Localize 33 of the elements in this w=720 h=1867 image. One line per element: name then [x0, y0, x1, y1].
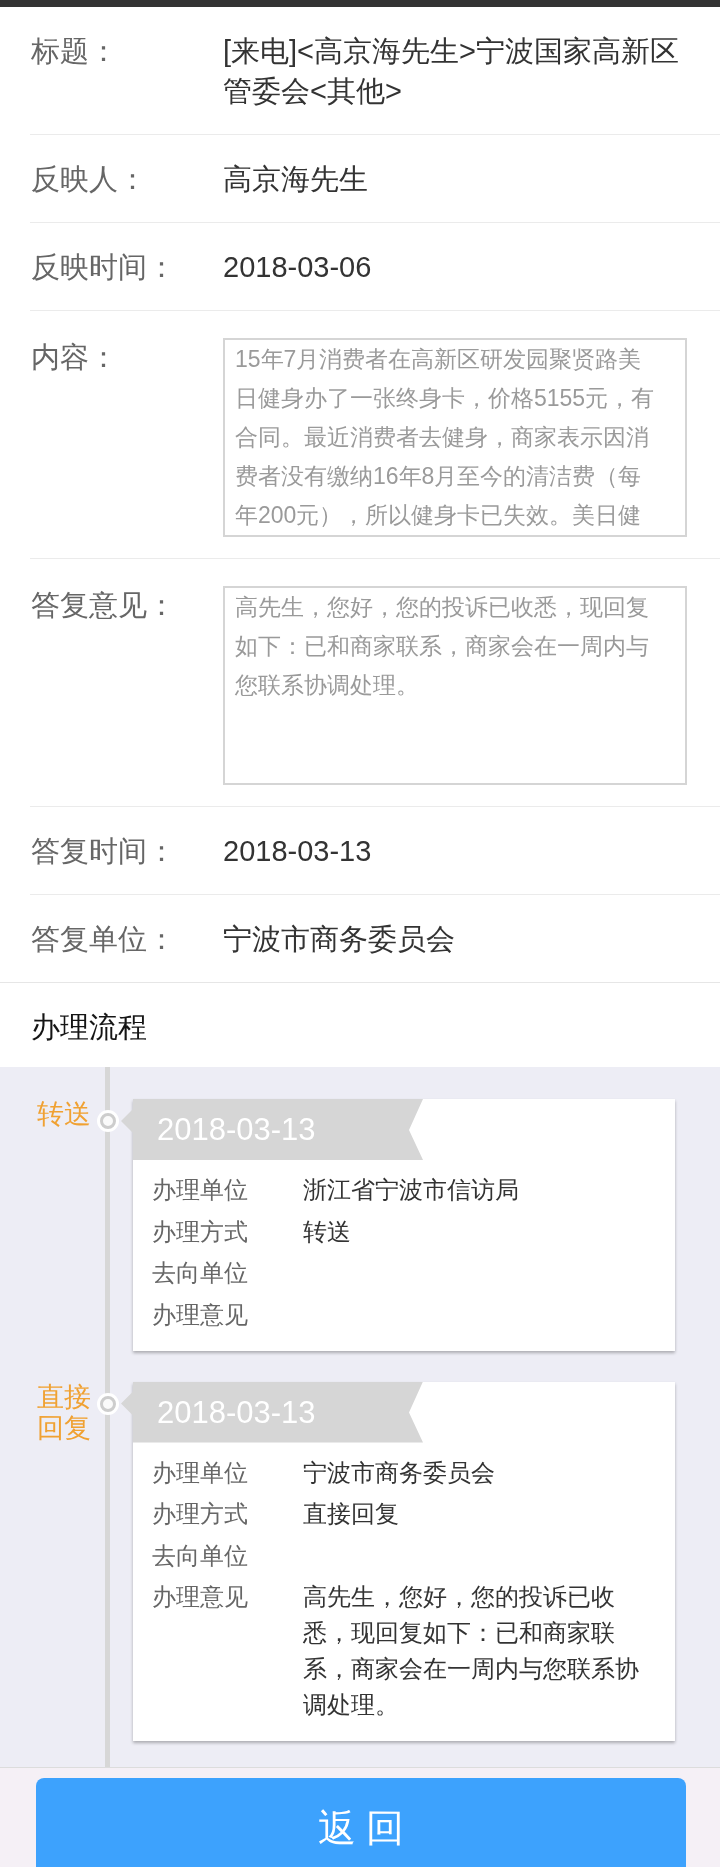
field-label: 标题：: [30, 34, 119, 69]
back-button[interactable]: 返 回: [36, 1778, 686, 1867]
field-value: 2018-03-13: [223, 834, 373, 869]
field-label: 答复时间：: [30, 834, 177, 869]
detail-label: 办理方式: [152, 1216, 249, 1247]
detail-label: 办理方式: [152, 1499, 249, 1529]
detail-label: 办理单位: [152, 1457, 249, 1488]
field-label: 答复意见：: [30, 588, 177, 623]
detail-label: 办理意见: [152, 1582, 249, 1612]
text-area[interactable]: 高先生，您好，您的投诉已收悉，现回复如下：已和商家联系，商家会在一周内与您联系协调处理。: [223, 586, 687, 785]
field-label: 反映人：: [30, 162, 148, 197]
field-label: 内容：: [30, 340, 119, 375]
detail-value: 宁波市商务委员会: [303, 1457, 496, 1488]
detail-value: 高先生，您好，您的投诉已收悉，现回复如下：已和商家联系，商家会在一周内与您联系协调处理。: [303, 1582, 640, 1720]
field-value: [来电]<高京海先生>宁波国家高新区管委会<其他>: [223, 34, 680, 109]
field-value: 高京海先生: [223, 162, 369, 197]
detail-label: 办理单位: [152, 1175, 249, 1205]
detail-label: 去向单位: [152, 1540, 249, 1571]
field-label: 答复单位：: [30, 922, 177, 957]
field-value: 宁波市商务委员会: [223, 922, 456, 957]
step-label: 直接回复: [37, 1381, 92, 1444]
step-label: 转送: [37, 1099, 92, 1130]
timeline-node-icon: [97, 1110, 119, 1132]
section-title: 办理流程: [30, 1010, 148, 1045]
text-area[interactable]: 15年7月消费者在高新区研发园聚贤路美日健身办了一张终身卡，价格5155元，有合同。最近消费者去健身，商家表示因消费者没有缴纳16年8月至今的清洁费（每年200元），所以健身卡已失效。美日健: [223, 338, 687, 537]
field-value: 2018-03-06: [223, 250, 373, 285]
detail-value: 转送: [303, 1216, 352, 1247]
timeline-node-icon: [97, 1392, 119, 1415]
detail-label: 办理意见: [152, 1299, 249, 1330]
detail-value: 浙江省宁波市信访局: [303, 1175, 520, 1205]
field-label: 反映时间：: [30, 250, 177, 285]
detail-label: 去向单位: [152, 1258, 249, 1288]
detail-value: 直接回复: [303, 1499, 400, 1529]
